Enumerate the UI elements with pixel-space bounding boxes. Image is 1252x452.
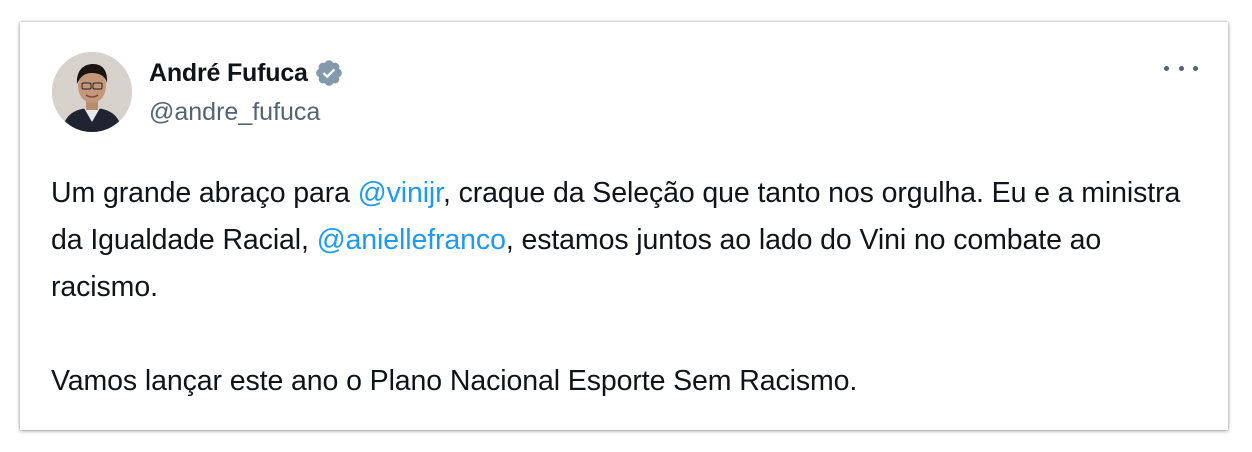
more-options-icon[interactable]	[1164, 58, 1198, 78]
more-dot	[1164, 65, 1169, 71]
tweet-paragraph-2: Vamos lançar este ano o Plano Nacional E…	[51, 365, 858, 397]
tweet-text: Um grande abraço para @vinijr, craque da…	[51, 170, 1191, 405]
more-dot	[1178, 65, 1184, 71]
tweet-paragraph-1: Um grande abraço para @vinijr, craque da…	[51, 170, 1191, 311]
tweet-text-segment: Um grande abraço para	[51, 177, 358, 209]
tweet-card: André Fufuca @andre_fufuca Um grande abr…	[20, 22, 1228, 430]
verified-badge-icon[interactable]	[314, 58, 344, 88]
more-dot	[1193, 65, 1198, 71]
mention-link-aniellefranco[interactable]: @aniellefranco	[317, 224, 506, 256]
author-name-row: André Fufuca	[149, 56, 344, 90]
mention-link-vinijr[interactable]: @vinijr	[358, 177, 443, 209]
author-handle[interactable]: @andre_fufuca	[149, 98, 320, 127]
author-display-name[interactable]: André Fufuca	[149, 59, 308, 88]
avatar-photo	[52, 52, 132, 132]
author-avatar[interactable]	[52, 52, 132, 132]
